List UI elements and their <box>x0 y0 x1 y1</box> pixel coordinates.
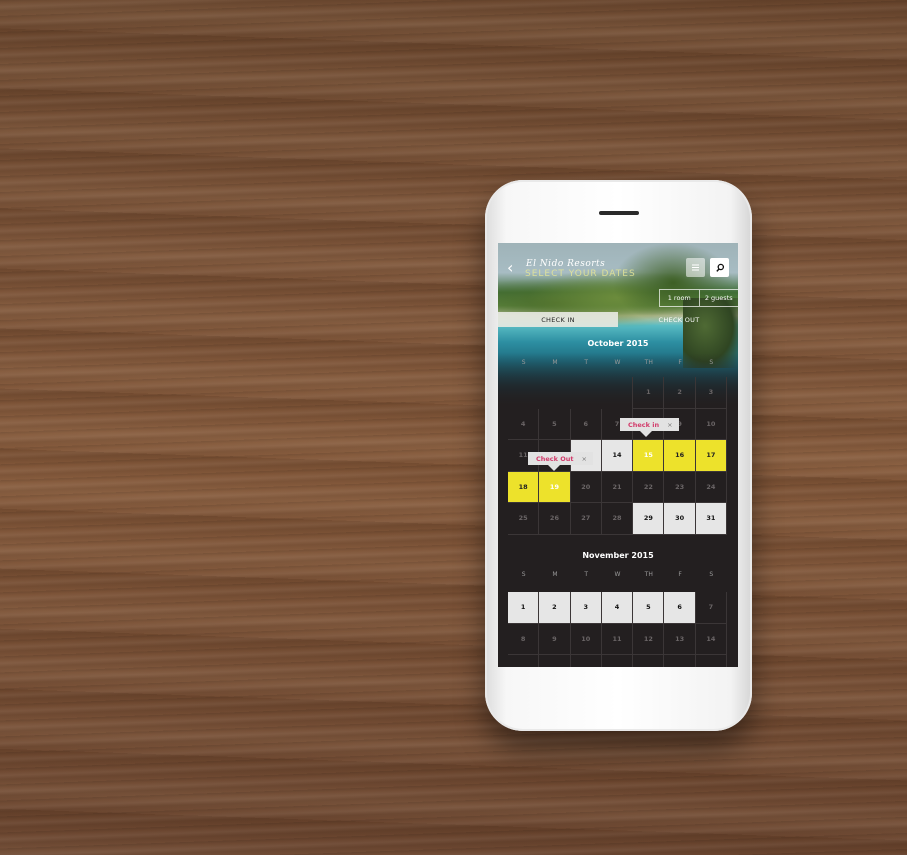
calendar-day-october-2[interactable]: 2 <box>664 377 696 409</box>
room-guest-selector[interactable]: 1 room 2 guests <box>659 289 738 307</box>
calendar-day-october-4[interactable]: 4 <box>508 408 540 440</box>
room-count[interactable]: 1 room <box>660 290 700 306</box>
calendar-day-november-12[interactable]: 12 <box>633 623 665 655</box>
check-in-tooltip-label: Check in <box>628 420 660 429</box>
calendar-day-november-3[interactable]: 3 <box>570 592 602 624</box>
weekday-label: W <box>614 359 621 366</box>
close-icon[interactable]: × <box>582 455 587 463</box>
calendar-day-october-23[interactable]: 23 <box>664 471 696 503</box>
calendar-day-october-20[interactable]: 20 <box>570 471 602 503</box>
calendar-day-november-2[interactable]: 2 <box>539 592 571 624</box>
calendar-empty-cell <box>633 655 665 667</box>
calendar-day-november-4[interactable]: 4 <box>601 592 634 624</box>
search-button[interactable] <box>710 258 729 277</box>
calendar-day-october-27[interactable]: 27 <box>570 503 602 535</box>
calendar-day-november-5[interactable]: 5 <box>633 592 665 624</box>
phone-speaker <box>599 211 639 215</box>
weekday-label: TH <box>644 359 653 366</box>
app-screen: ‹ El Nido Resorts SELECT YOUR DATES 1 ro… <box>498 243 738 667</box>
calendar-day-october-24[interactable]: 24 <box>695 471 728 503</box>
calendar-day-november-6[interactable]: 6 <box>664 592 696 624</box>
weekday-label: F <box>678 571 682 578</box>
calendar-empty-cell <box>508 655 540 667</box>
page-title: SELECT YOUR DATES <box>525 269 636 279</box>
menu-icon <box>692 264 699 271</box>
calendar-day-october-17[interactable]: 17 <box>695 440 728 472</box>
weekday-label: M <box>552 359 558 366</box>
calendar-empty-cell <box>539 655 571 667</box>
check-in-tooltip[interactable]: Check in × <box>620 418 679 437</box>
calendar-empty-cell <box>602 377 634 409</box>
calendar-day-october-10[interactable]: 10 <box>695 408 728 440</box>
calendar-day-october-29[interactable]: 29 <box>633 503 665 535</box>
weekday-label: T <box>584 359 589 366</box>
menu-button[interactable] <box>686 258 705 277</box>
calendar-empty-cell <box>664 655 696 667</box>
guest-count[interactable]: 2 guests <box>700 290 739 306</box>
calendar-day-october-19[interactable]: 19 <box>539 471 571 503</box>
calendar-day-november-10[interactable]: 10 <box>570 623 602 655</box>
calendar-empty-cell <box>508 377 539 409</box>
weekday-label: S <box>521 571 526 578</box>
check-out-tooltip[interactable]: Check Out × <box>528 452 593 471</box>
weekday-header-november: S M T W TH F S <box>508 571 727 578</box>
calendar-day-november-11[interactable]: 11 <box>601 623 634 655</box>
weekday-label: M <box>552 571 558 578</box>
month-title-october: October 2015 <box>587 339 649 348</box>
calendar-day-october-31[interactable]: 31 <box>695 503 728 535</box>
brand-logo: El Nido Resorts <box>526 259 606 269</box>
calendar-day-november-1[interactable]: 1 <box>508 592 540 624</box>
weekday-label: F <box>678 359 682 366</box>
calendar-day-october-25[interactable]: 25 <box>508 503 540 535</box>
calendar-day-october-1[interactable]: 1 <box>633 377 665 409</box>
calendar-empty-cell <box>602 655 634 667</box>
calendar-day-october-5[interactable]: 5 <box>539 408 571 440</box>
calendar-day-october-28[interactable]: 28 <box>601 503 634 535</box>
calendar-day-october-14[interactable]: 14 <box>601 440 634 472</box>
calendar-day-october-18[interactable]: 18 <box>508 471 540 503</box>
month-title-november: November 2015 <box>582 551 654 560</box>
calendar-grid-november: 1 2 3 4 5 6 7 8 9 10 11 12 13 14 <box>508 592 728 667</box>
close-icon[interactable]: × <box>667 421 672 429</box>
calendar-day-october-6[interactable]: 6 <box>570 408 602 440</box>
calendar-day-november-14[interactable]: 14 <box>695 623 728 655</box>
weekday-label: TH <box>644 571 653 578</box>
weekday-label: S <box>709 571 714 578</box>
weekday-label: W <box>614 571 621 578</box>
check-out-tooltip-label: Check Out <box>536 454 574 463</box>
tab-check-out[interactable]: CHECK OUT <box>620 312 738 327</box>
search-icon <box>715 263 724 272</box>
calendar-empty-cell <box>539 377 570 409</box>
calendar-empty-cell <box>571 377 602 409</box>
calendar-day-october-30[interactable]: 30 <box>664 503 696 535</box>
weekday-label: S <box>521 359 526 366</box>
calendar-day-october-22[interactable]: 22 <box>633 471 665 503</box>
calendar-day-november-7[interactable]: 7 <box>695 592 728 624</box>
back-arrow-icon[interactable]: ‹ <box>507 260 513 276</box>
calendar-day-october-26[interactable]: 26 <box>539 503 571 535</box>
calendar-empty-cell <box>571 655 602 667</box>
calendar-empty-cell <box>696 655 728 667</box>
calendar-day-november-13[interactable]: 13 <box>664 623 696 655</box>
weekday-label: S <box>709 359 714 366</box>
calendar-day-november-9[interactable]: 9 <box>539 623 571 655</box>
calendar-day-october-16[interactable]: 16 <box>664 440 696 472</box>
tab-check-in[interactable]: CHECK IN <box>498 312 618 327</box>
calendar-day-october-15[interactable]: 15 <box>633 440 665 472</box>
calendar-day-october-21[interactable]: 21 <box>601 471 634 503</box>
weekday-label: T <box>584 571 589 578</box>
calendar-day-october-3[interactable]: 3 <box>695 377 728 409</box>
calendar-day-november-8[interactable]: 8 <box>508 623 540 655</box>
weekday-header-october: S M T W TH F S <box>508 359 727 366</box>
